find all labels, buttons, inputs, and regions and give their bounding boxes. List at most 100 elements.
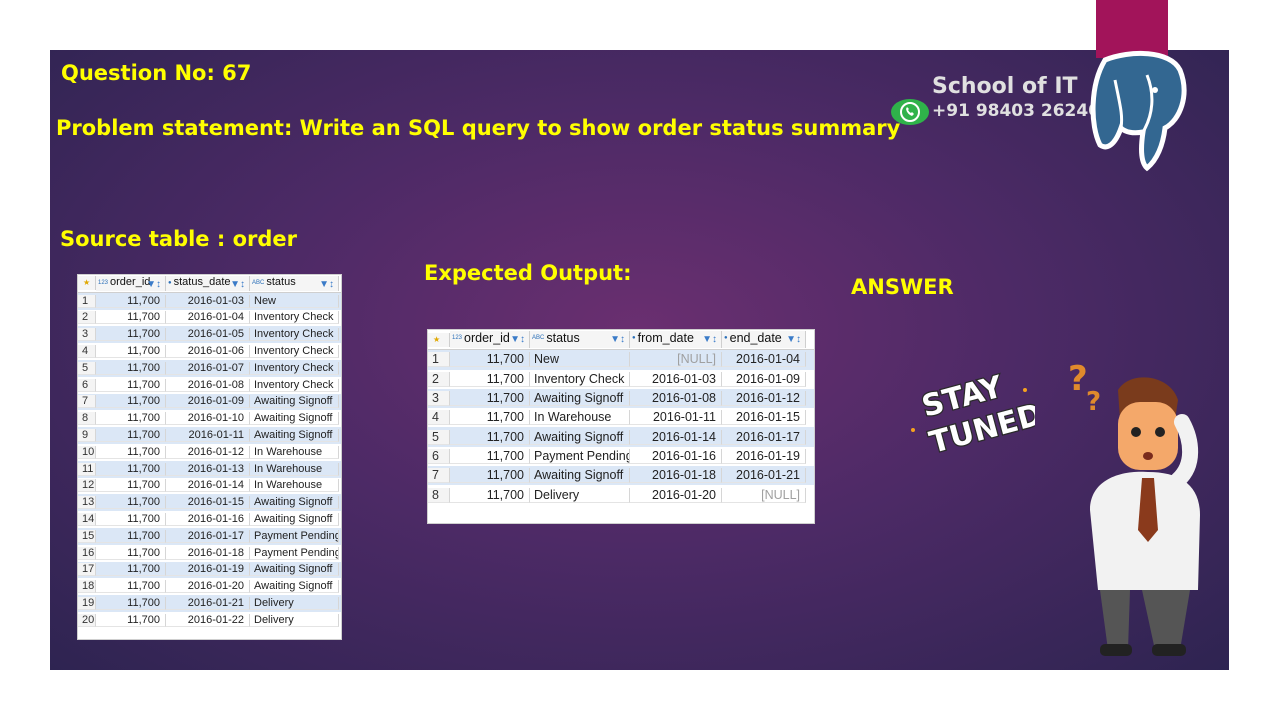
table-cell[interactable]: Payment Pending — [250, 529, 339, 543]
column-header-end-date[interactable]: ● end_date ▼↕ — [722, 331, 806, 349]
table-cell[interactable]: 2016-01-06 — [166, 345, 250, 359]
table-cell[interactable]: New — [250, 294, 339, 308]
table-cell[interactable]: 11,700 — [96, 328, 166, 342]
table-row[interactable]: 8 11,700 Delivery 2016-01-20 [NULL] — [428, 485, 814, 504]
table-cell[interactable]: 11,700 — [96, 580, 166, 594]
table-cell[interactable]: Payment Pending — [250, 546, 339, 560]
table-cell[interactable]: 11,700 — [96, 311, 166, 325]
table-cell[interactable]: 2016-01-16 — [166, 513, 250, 527]
table-cell[interactable]: Inventory Check — [530, 371, 630, 387]
table-cell[interactable]: Payment Pending — [530, 448, 630, 464]
table-cell[interactable]: 11,700 — [450, 468, 530, 484]
table-cell[interactable]: Awaiting Signoff — [250, 496, 339, 510]
table-cell[interactable]: Awaiting Signoff — [250, 395, 339, 409]
table-cell[interactable]: 2016-01-13 — [166, 462, 250, 476]
table-cell[interactable]: 11,700 — [96, 294, 166, 308]
table-cell[interactable]: 11,700 — [450, 448, 530, 464]
table-cell[interactable]: 2016-01-19 — [722, 448, 806, 464]
table-cell[interactable]: 2016-01-04 — [166, 311, 250, 325]
table-cell[interactable]: 11,700 — [96, 361, 166, 375]
column-header-order-id[interactable]: 123 order_id ▼↕ — [96, 275, 166, 291]
table-cell[interactable]: Awaiting Signoff — [530, 429, 630, 445]
table-cell[interactable]: 2016-01-07 — [166, 361, 250, 375]
table-cell[interactable]: 11,700 — [96, 563, 166, 577]
table-cell[interactable]: 2016-01-10 — [166, 412, 250, 426]
table-row[interactable]: 7 11,700 2016-01-09 Awaiting Signoff — [78, 393, 341, 411]
table-cell[interactable]: 11,700 — [96, 597, 166, 611]
table-cell[interactable]: Awaiting Signoff — [250, 580, 339, 594]
table-cell[interactable]: 2016-01-05 — [166, 328, 250, 342]
table-cell[interactable]: Awaiting Signoff — [250, 513, 339, 527]
table-cell[interactable]: Awaiting Signoff — [250, 412, 339, 426]
table-cell[interactable]: 11,700 — [96, 345, 166, 359]
table-cell[interactable]: 11,700 — [96, 513, 166, 527]
table-cell[interactable]: In Warehouse — [250, 462, 339, 476]
table-cell[interactable]: 11,700 — [450, 429, 530, 445]
table-row[interactable]: 9 11,700 2016-01-11 Awaiting Signoff — [78, 427, 341, 444]
column-header-status[interactable]: ABC status ▼↕ — [530, 331, 630, 349]
table-cell[interactable]: Inventory Check — [250, 361, 339, 375]
table-cell[interactable]: Inventory Check — [250, 345, 339, 359]
table-cell[interactable]: 2016-01-15 — [166, 496, 250, 510]
table-cell[interactable]: Awaiting Signoff — [530, 391, 630, 407]
table-cell[interactable]: 2016-01-09 — [722, 371, 806, 387]
table-cell[interactable]: 11,700 — [96, 378, 166, 392]
table-cell[interactable]: 2016-01-04 — [722, 352, 806, 368]
table-cell[interactable]: 11,700 — [96, 429, 166, 443]
table-row[interactable]: 6 11,700 Payment Pending 2016-01-16 2016-01-… — [428, 447, 814, 466]
table-cell[interactable]: 11,700 — [450, 391, 530, 407]
table-cell[interactable]: In Warehouse — [250, 445, 339, 459]
table-cell[interactable]: 2016-01-14 — [166, 479, 250, 493]
table-cell[interactable]: 11,700 — [96, 529, 166, 543]
table-cell[interactable]: New — [530, 352, 630, 368]
table-row[interactable]: 6 11,700 2016-01-08 Inventory Check — [78, 377, 341, 394]
table-cell[interactable]: 2016-01-20 — [630, 487, 722, 503]
filter-sort-icon[interactable]: ▼↕ — [230, 279, 245, 290]
filter-sort-icon[interactable]: ▼↕ — [510, 334, 525, 345]
table-cell[interactable]: 2016-01-18 — [630, 468, 722, 484]
table-row[interactable]: 16 11,700 2016-01-18 Payment Pending — [78, 545, 341, 562]
table-row[interactable]: 14 11,700 2016-01-16 Awaiting Signoff — [78, 511, 341, 528]
table-cell[interactable]: 11,700 — [450, 410, 530, 426]
table-cell[interactable]: 11,700 — [96, 613, 166, 627]
table-row[interactable]: 12 11,700 2016-01-14 In Warehouse — [78, 478, 341, 495]
table-cell[interactable]: 11,700 — [96, 395, 166, 409]
table-cell[interactable]: 11,700 — [96, 479, 166, 493]
table-cell[interactable]: Awaiting Signoff — [250, 563, 339, 577]
column-header-order-id[interactable]: 123 order_id ▼↕ — [450, 331, 530, 349]
table-cell[interactable]: 2016-01-17 — [722, 429, 806, 445]
table-row[interactable]: 5 11,700 Awaiting Signoff 2016-01-14 2016-01… — [428, 427, 814, 447]
table-cell[interactable]: 11,700 — [96, 546, 166, 560]
table-cell[interactable]: Inventory Check — [250, 378, 339, 392]
table-row[interactable]: 10 11,700 2016-01-12 In Warehouse — [78, 444, 341, 461]
table-cell[interactable]: 11,700 — [450, 371, 530, 387]
table-cell[interactable]: 2016-01-03 — [630, 371, 722, 387]
table-row[interactable]: 19 11,700 2016-01-21 Delivery — [78, 595, 341, 612]
table-cell[interactable]: 2016-01-03 — [166, 294, 250, 308]
table-cell[interactable]: 2016-01-21 — [722, 468, 806, 484]
table-cell[interactable]: 2016-01-11 — [630, 410, 722, 426]
table-row[interactable]: 13 11,700 2016-01-15 Awaiting Signoff — [78, 494, 341, 512]
table-cell[interactable]: 2016-01-14 — [630, 429, 722, 445]
filter-sort-icon[interactable]: ▼↕ — [146, 279, 161, 290]
table-row[interactable]: 20 11,700 2016-01-22 Delivery — [78, 612, 341, 629]
table-cell[interactable]: Delivery — [250, 613, 339, 627]
table-cell[interactable]: 11,700 — [96, 462, 166, 476]
table-cell[interactable]: 2016-01-11 — [166, 429, 250, 443]
table-cell[interactable]: Inventory Check — [250, 328, 339, 342]
table-cell[interactable]: [NULL] — [722, 487, 806, 503]
table-row[interactable]: 4 11,700 2016-01-06 Inventory Check — [78, 343, 341, 360]
table-cell[interactable]: 11,700 — [96, 445, 166, 459]
table-cell[interactable]: 2016-01-09 — [166, 395, 250, 409]
column-header-from-date[interactable]: ● from_date ▼↕ — [630, 331, 722, 349]
table-row[interactable]: 18 11,700 2016-01-20 Awaiting Signoff — [78, 578, 341, 595]
table-cell[interactable]: In Warehouse — [250, 479, 339, 493]
table-row[interactable]: 3 11,700 2016-01-05 Inventory Check — [78, 326, 341, 344]
table-row[interactable]: 8 11,700 2016-01-10 Awaiting Signoff — [78, 410, 341, 427]
table-cell[interactable]: 2016-01-18 — [166, 546, 250, 560]
table-row[interactable]: 5 11,700 2016-01-07 Inventory Check — [78, 359, 341, 377]
filter-sort-icon[interactable]: ▼↕ — [786, 334, 801, 345]
table-cell[interactable]: 11,700 — [450, 487, 530, 503]
table-row[interactable]: 1 11,700 New [NULL] 2016-01-04 — [428, 350, 814, 370]
filter-sort-icon[interactable]: ▼↕ — [610, 334, 625, 345]
